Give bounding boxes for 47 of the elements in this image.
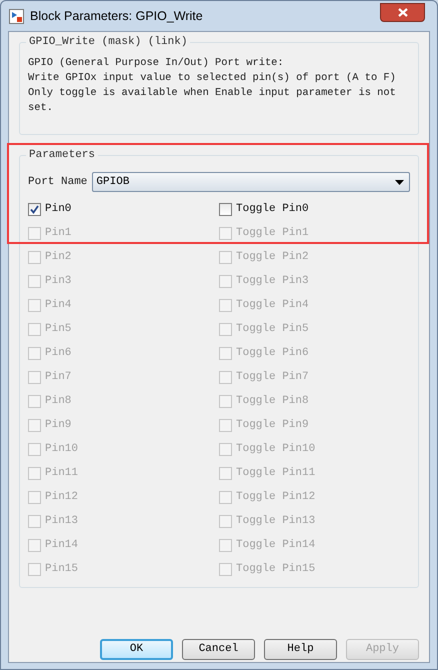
checkbox[interactable] xyxy=(28,202,41,216)
checkbox-label: Pin7 xyxy=(45,370,72,385)
checkbox-label: Toggle Pin0 xyxy=(236,202,309,217)
checkbox-label: Toggle Pin9 xyxy=(236,418,309,433)
checkbox-label: Pin13 xyxy=(45,514,78,529)
port-dropdown[interactable]: GPIOB xyxy=(92,172,410,192)
dialog-button[interactable]: Help xyxy=(264,639,337,660)
checkbox-label: Toggle Pin14 xyxy=(236,538,316,553)
checkbox-label: Toggle Pin5 xyxy=(236,322,309,337)
group-title: GPIO_Write (mask) (link) xyxy=(26,35,190,49)
checkbox-label: Toggle Pin6 xyxy=(236,346,309,361)
checkbox[interactable] xyxy=(219,202,232,216)
block-icon xyxy=(9,8,24,24)
mask-description: GPIO (General Purpose In/Out) Port write: Write GPIOx input value to selected pin(s) of port (A to F) Only toggle is available when Enable input parameter is not set. xyxy=(28,56,396,116)
dialog-button[interactable]: OK xyxy=(100,639,173,660)
checkbox-label: Pin11 xyxy=(45,466,78,481)
checkbox-label: Toggle Pin8 xyxy=(236,394,309,409)
checkbox-label: Toggle Pin1 xyxy=(236,226,309,241)
checkbox-label: Pin14 xyxy=(45,538,78,553)
checkbox-label: Pin5 xyxy=(45,322,72,337)
checkbox-label: Pin0 xyxy=(45,202,72,217)
checkbox-label: Toggle Pin11 xyxy=(236,466,316,481)
checkbox-label: Toggle Pin3 xyxy=(236,274,309,289)
checkbox-label: Toggle Pin13 xyxy=(236,514,316,529)
dropdown-arrow-icon xyxy=(395,180,404,184)
checkbox-label: Toggle Pin4 xyxy=(236,298,309,313)
checkbox-label: Pin8 xyxy=(45,394,72,409)
checkbox-label: Toggle Pin15 xyxy=(236,562,316,577)
checkbox-label: Toggle Pin7 xyxy=(236,370,309,385)
checkbox-label: Pin4 xyxy=(45,298,72,313)
checkbox-label: Pin15 xyxy=(45,562,78,577)
checkbox-label: Pin12 xyxy=(45,490,78,505)
close-icon xyxy=(398,8,408,16)
dialog-button[interactable]: Cancel xyxy=(182,639,255,660)
checkbox-label: Pin6 xyxy=(45,346,72,361)
checkbox-label: Pin3 xyxy=(45,274,72,289)
window-title: Block Parameters: GPIO_Write xyxy=(30,8,203,25)
checkbox-label: Toggle Pin2 xyxy=(236,250,309,265)
checkbox-label: Pin10 xyxy=(45,442,78,457)
checkbox-label: Toggle Pin10 xyxy=(236,442,316,457)
field-label: Port Name xyxy=(28,174,88,190)
checkbox-label: Pin9 xyxy=(45,418,72,433)
check-icon xyxy=(30,204,39,214)
checkbox-label: Toggle Pin12 xyxy=(236,490,316,505)
checkbox-label: Pin2 xyxy=(45,250,72,265)
close-button[interactable] xyxy=(380,2,425,22)
checkbox-label: Pin1 xyxy=(45,226,72,241)
